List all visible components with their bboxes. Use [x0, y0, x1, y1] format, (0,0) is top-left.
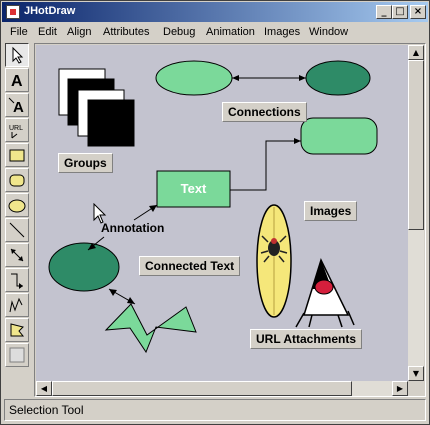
text-tool[interactable]: A	[5, 68, 29, 92]
connections-label[interactable]: Connections	[222, 102, 307, 122]
horizontal-scroll-thumb[interactable]	[52, 381, 352, 396]
title-bar: JHotDraw _ □ ×	[2, 2, 428, 22]
dark-ellipse[interactable]	[305, 60, 371, 96]
menu-bar: File Edit Align Attributes Debug Animati…	[2, 23, 428, 41]
menu-attributes[interactable]: Attributes	[103, 26, 149, 38]
scroll-right-arrow-icon[interactable]: ▶	[392, 381, 408, 396]
connection-tool[interactable]	[5, 243, 29, 267]
svg-text:A: A	[11, 73, 23, 89]
maximize-button[interactable]: □	[392, 5, 408, 19]
menu-window[interactable]: Window	[309, 26, 348, 38]
drawing-canvas[interactable]: Groups Connections Text Images Annotatio…	[36, 45, 408, 381]
polygon-icon	[10, 323, 25, 337]
rectangle-icon	[9, 149, 25, 162]
connected-text-label[interactable]: Connected Text	[139, 256, 241, 276]
elbow-connection-icon	[11, 273, 23, 289]
menu-align[interactable]: Align	[67, 26, 91, 38]
connected-text-icon: A	[8, 97, 24, 114]
scroll-left-arrow-icon[interactable]: ◀	[36, 381, 52, 396]
minimize-button[interactable]: _	[376, 5, 392, 19]
horizontal-scrollbar[interactable]: ◀ ▶	[36, 381, 408, 396]
dark-ellipse-left[interactable]	[48, 242, 120, 292]
round-rectangle-icon	[9, 174, 25, 187]
group-figure[interactable]	[58, 68, 135, 147]
close-button[interactable]: ×	[410, 5, 426, 19]
elbow-connection-tool[interactable]	[5, 268, 29, 292]
url-attachments-label[interactable]: URL Attachments	[250, 329, 363, 349]
menu-file[interactable]: File	[10, 26, 28, 38]
svg-text:URL: URL	[9, 125, 23, 132]
selection-tool[interactable]	[5, 43, 29, 67]
menu-edit[interactable]: Edit	[38, 26, 57, 38]
duke-image[interactable]	[295, 257, 355, 328]
mouse-cursor-icon	[93, 203, 107, 224]
rectangle-tool[interactable]	[5, 143, 29, 167]
ellipse-tool[interactable]	[5, 193, 29, 217]
scribble-icon	[9, 297, 23, 313]
round-rect-figure[interactable]	[300, 117, 378, 155]
bowtie-connection[interactable]	[108, 288, 136, 305]
menu-images[interactable]: Images	[264, 26, 300, 38]
scribble-tool[interactable]	[5, 293, 29, 317]
scroll-up-arrow-icon[interactable]: ▲	[408, 45, 424, 60]
window-title: JHotDraw	[24, 5, 76, 17]
polygon-tool[interactable]	[5, 318, 29, 342]
text-figure-label[interactable]: Text	[157, 171, 230, 207]
svg-text:A: A	[13, 99, 24, 114]
scroll-down-arrow-icon[interactable]: ▼	[408, 366, 424, 381]
line-tool[interactable]	[5, 218, 29, 242]
menu-debug[interactable]: Debug	[163, 26, 195, 38]
url-icon: URL	[9, 125, 23, 139]
app-window: JHotDraw _ □ × File Edit Align Attribute…	[0, 0, 430, 425]
annotation-arrow	[133, 204, 158, 221]
vertical-scrollbar[interactable]: ▲ ▼	[408, 45, 424, 381]
connected-text-tool[interactable]: A	[5, 93, 29, 117]
light-ellipse[interactable]	[155, 60, 233, 96]
annotation-label[interactable]: Annotation	[101, 221, 164, 235]
status-text: Selection Tool	[9, 403, 84, 417]
connection-icon	[10, 248, 24, 262]
arrow-icon	[12, 46, 24, 64]
status-bar: Selection Tool	[4, 399, 426, 421]
polygon-figure[interactable]	[104, 303, 197, 354]
images-label[interactable]: Images	[304, 201, 358, 221]
vertical-scroll-thumb[interactable]	[408, 60, 424, 230]
url-tool[interactable]: URL	[5, 118, 29, 142]
surfboard-image[interactable]	[256, 204, 292, 318]
round-rectangle-tool[interactable]	[5, 168, 29, 192]
app-icon	[6, 5, 20, 19]
scroll-corner	[408, 381, 424, 396]
groups-label[interactable]: Groups	[58, 153, 113, 173]
elbow-connection[interactable]	[230, 138, 301, 191]
border-icon	[9, 347, 25, 363]
connection-line[interactable]	[232, 75, 306, 81]
line-icon	[9, 222, 25, 238]
text-icon: A	[11, 73, 23, 89]
ellipse-icon	[8, 199, 26, 213]
border-tool[interactable]	[5, 343, 29, 367]
menu-animation[interactable]: Animation	[206, 26, 255, 38]
